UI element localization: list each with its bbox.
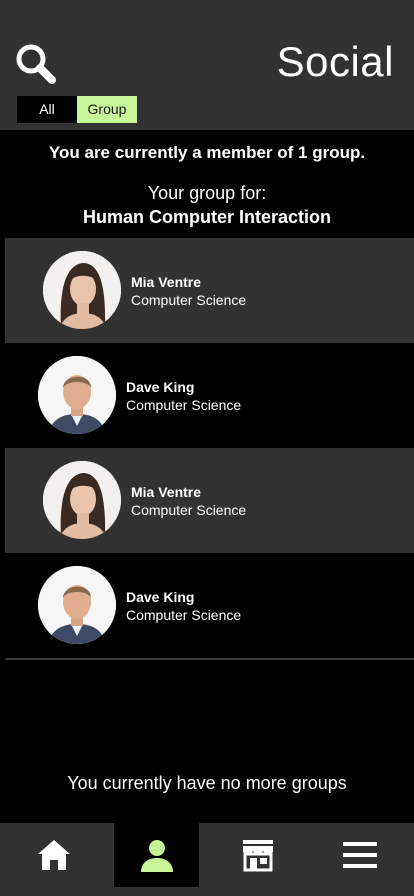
member-row[interactable]: Dave King Computer Science — [0, 553, 414, 658]
member-department: Computer Science — [126, 607, 242, 623]
avatar — [38, 356, 116, 434]
member-row[interactable]: Mia Ventre Computer Science — [5, 448, 414, 553]
no-more-groups-message: You currently have no more groups — [67, 773, 347, 793]
page-title: Social — [276, 38, 394, 85]
header: Social All Group — [0, 0, 414, 130]
group-name: Human Computer Interaction — [82, 207, 332, 227]
person-icon — [140, 840, 173, 872]
filter-toggle: All Group — [17, 96, 137, 123]
divider — [5, 658, 414, 660]
avatar — [43, 461, 121, 539]
member-department: Computer Science — [126, 397, 242, 413]
tab-store[interactable] — [216, 823, 300, 887]
store-icon — [243, 840, 273, 872]
tab-profile[interactable] — [114, 823, 199, 887]
member-name: Mia Ventre — [131, 274, 202, 290]
filter-all-tab[interactable]: All — [17, 96, 77, 123]
member-department: Computer Science — [131, 292, 247, 308]
search-icon[interactable] — [14, 42, 58, 86]
tab-menu[interactable] — [318, 823, 402, 887]
tab-home[interactable] — [12, 823, 96, 887]
bottom-tab-bar — [0, 823, 414, 896]
member-department: Computer Science — [131, 502, 247, 518]
group-for-label: Your group for: — [147, 183, 267, 203]
home-icon — [38, 840, 70, 870]
filter-group-tab[interactable]: Group — [77, 96, 137, 123]
member-name: Dave King — [126, 589, 195, 605]
hamburger-menu-icon — [343, 842, 377, 868]
member-name: Dave King — [126, 379, 195, 395]
member-row[interactable]: Mia Ventre Computer Science — [5, 238, 414, 343]
member-row[interactable]: Dave King Computer Science — [0, 343, 414, 448]
member-name: Mia Ventre — [131, 484, 202, 500]
avatar — [38, 566, 116, 644]
avatar — [43, 251, 121, 329]
membership-summary: You are currently a member of 1 group. — [48, 143, 366, 162]
